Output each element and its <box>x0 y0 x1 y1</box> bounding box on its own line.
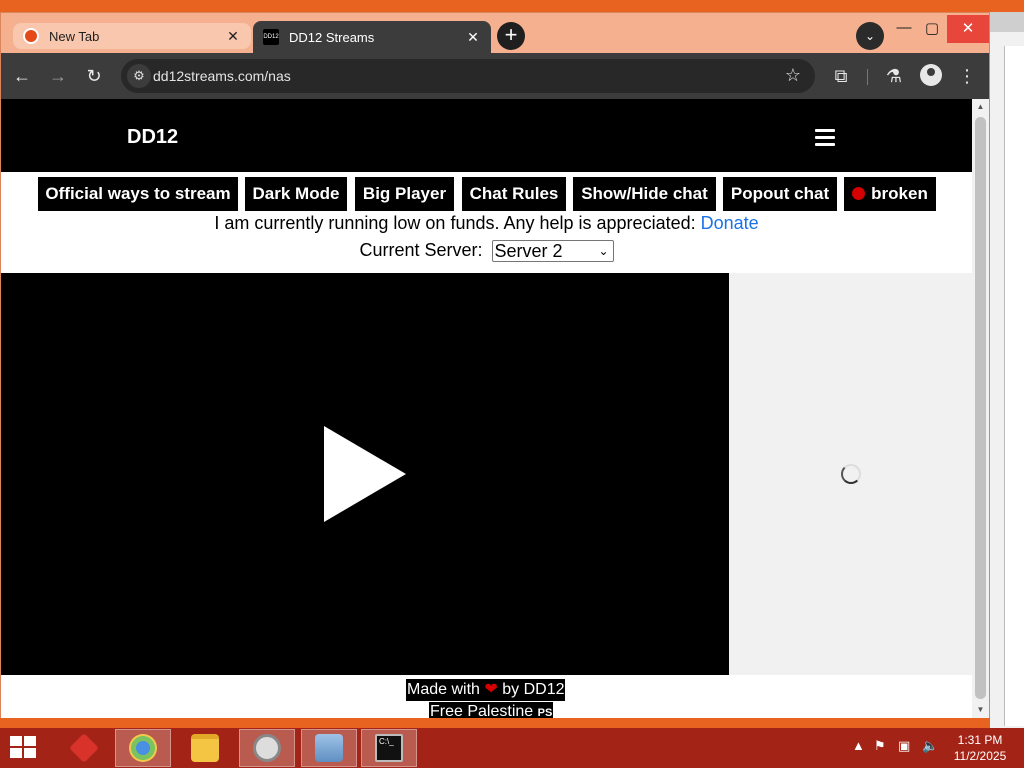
background-window-titlebar <box>990 12 1024 32</box>
reload-icon[interactable]: ↻ <box>82 64 106 88</box>
page-viewport: DD12 Official ways to stream Dark Mode B… <box>1 99 972 718</box>
taskbar-app-compass[interactable] <box>239 729 295 767</box>
big-player-button[interactable]: Big Player <box>355 177 454 211</box>
site-header: DD12 <box>1 99 972 172</box>
compass-icon <box>253 734 281 762</box>
menu-kebab-icon[interactable]: ⋮ <box>955 64 979 88</box>
forward-arrow-icon[interactable]: → <box>46 64 70 88</box>
close-tab-icon[interactable]: ✕ <box>225 28 241 45</box>
play-icon[interactable] <box>324 426 406 522</box>
browser-window: New Tab ✕ DD12 DD12 Streams ✕ + ⌄ — ▢ ✕ … <box>0 12 990 718</box>
minimize-icon[interactable]: — <box>889 19 919 36</box>
scroll-down-arrow-icon[interactable]: ▼ <box>972 702 989 718</box>
taskbar-app-chrome[interactable] <box>115 729 171 767</box>
heart-icon: ❤ <box>484 681 498 698</box>
made-with-text: Made with <box>407 681 480 698</box>
volume-muted-icon[interactable]: 🔈 <box>922 738 938 754</box>
popout-chat-button[interactable]: Popout chat <box>723 177 837 211</box>
background-window-content <box>1004 46 1024 726</box>
action-center-flag-icon[interactable]: ⚑ <box>874 738 886 754</box>
clock-time: 1:31 PM <box>957 733 1003 747</box>
server-selector-row: Current Server: Server 2 ⌄ <box>1 240 972 263</box>
site-logo[interactable]: DD12 <box>127 126 178 149</box>
status-dot-icon <box>852 187 866 200</box>
taskbar-clock[interactable]: 1:31 PM 11/2/2025 <box>950 732 1010 764</box>
windows-taskbar: C:\_ ▲ ⚑ ▣ 🔈 1:31 PM 11/2/2025 <box>0 728 1024 768</box>
server-label: Current Server: <box>359 240 488 260</box>
tab-search-chevron-icon[interactable]: ⌄ <box>856 22 884 50</box>
dd12-favicon-icon: DD12 <box>263 29 279 45</box>
tab-title: DD12 Streams <box>289 29 375 45</box>
show-hide-chat-button[interactable]: Show/Hide chat <box>573 177 716 211</box>
chrome-icon <box>129 734 157 762</box>
dark-mode-button[interactable]: Dark Mode <box>245 177 347 211</box>
taskbar-app-explorer[interactable] <box>177 729 233 767</box>
video-player[interactable] <box>1 273 729 675</box>
footer-made-with: Made with ❤ by DD12 <box>406 679 566 701</box>
terminal-icon: C:\_ <box>375 734 403 762</box>
folder-icon <box>191 734 219 762</box>
taskbar-app-toolbox[interactable] <box>56 729 112 767</box>
site-settings-icon[interactable]: ⚙ <box>127 64 151 88</box>
server-selected-value: Server 2 <box>494 241 563 262</box>
profile-avatar-icon[interactable] <box>920 64 942 86</box>
chat-rules-button[interactable]: Chat Rules <box>462 177 566 211</box>
chat-panel <box>729 273 972 675</box>
tray-overflow-chevron-icon[interactable]: ▲ <box>852 738 865 753</box>
donate-link[interactable]: Donate <box>701 213 759 233</box>
bookmark-star-icon[interactable]: ☆ <box>785 65 801 86</box>
chevron-down-icon: ⌄ <box>598 244 609 259</box>
page-scrollbar[interactable]: ▲ ▼ <box>972 99 989 718</box>
browser-toolbar: ← → ↻ ⚙ dd12streams.com/nas ☆ ⧉ ⚗ ⋮ <box>1 53 989 99</box>
windows-start-icon[interactable] <box>10 736 38 760</box>
taskbar-app-monitor[interactable] <box>301 729 357 767</box>
url-text[interactable]: dd12streams.com/nas <box>153 68 291 84</box>
loading-spinner-icon <box>841 464 861 484</box>
new-tab-button[interactable]: + <box>497 22 525 50</box>
desktop-background-window <box>990 12 1024 728</box>
maximize-icon[interactable]: ▢ <box>917 19 947 37</box>
footer-free-palestine: Free Palestine PS <box>429 702 554 718</box>
tab-strip: New Tab ✕ DD12 DD12 Streams ✕ + ⌄ — ▢ ✕ <box>1 13 989 53</box>
official-ways-button[interactable]: Official ways to stream <box>38 177 238 211</box>
new-tab-favicon-icon <box>23 28 39 44</box>
toolbar-divider <box>867 69 868 85</box>
taskbar-app-terminal[interactable]: C:\_ <box>361 729 417 767</box>
funds-text: I am currently running low on funds. Any… <box>214 213 701 233</box>
toolbox-icon <box>69 733 99 763</box>
address-bar[interactable]: ⚙ dd12streams.com/nas ☆ <box>121 59 815 93</box>
free-palestine-text: Free Palestine <box>430 703 534 718</box>
funds-notice: I am currently running low on funds. Any… <box>1 213 972 234</box>
hamburger-menu-icon[interactable] <box>815 129 835 150</box>
performance-monitor-icon <box>315 734 343 762</box>
broken-label: broken <box>871 184 928 203</box>
close-tab-icon[interactable]: ✕ <box>465 29 481 46</box>
tab-title: New Tab <box>49 28 100 44</box>
scroll-up-arrow-icon[interactable]: ▲ <box>972 99 989 115</box>
palestine-flag-icon: PS <box>537 707 553 718</box>
labs-flask-icon[interactable]: ⚗ <box>882 64 906 88</box>
action-button-row: Official ways to stream Dark Mode Big Pl… <box>1 177 972 213</box>
tab-new-tab[interactable]: New Tab ✕ <box>13 23 251 49</box>
server-select[interactable]: Server 2 ⌄ <box>491 240 614 263</box>
network-icon[interactable]: ▣ <box>898 738 910 754</box>
scrollbar-thumb[interactable] <box>975 117 986 699</box>
extensions-puzzle-icon[interactable]: ⧉ <box>829 64 853 88</box>
back-arrow-icon[interactable]: ← <box>10 64 34 88</box>
close-window-icon[interactable]: ✕ <box>947 15 989 43</box>
tab-dd12-streams[interactable]: DD12 DD12 Streams ✕ <box>253 21 491 53</box>
by-dd12-text: by DD12 <box>502 681 565 698</box>
broken-button[interactable]: broken <box>844 177 936 211</box>
clock-date: 11/2/2025 <box>953 749 1007 763</box>
